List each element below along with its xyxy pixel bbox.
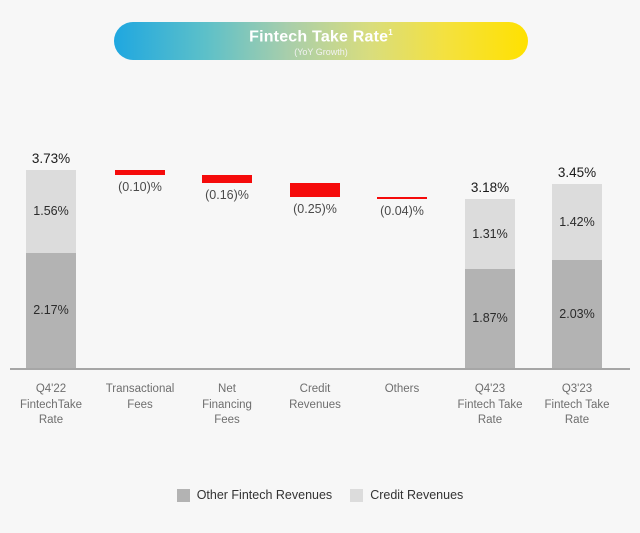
bar-segment-value-label: 1.42% (559, 215, 595, 230)
stacked-bar: 1.31% 1.87% (465, 198, 515, 368)
delta-bar-value-label: (0.16)% (205, 188, 249, 203)
legend-label: Other Fintech Revenues (196, 488, 333, 502)
x-axis-category-label-line: Fintech Take (457, 398, 523, 411)
legend-item[interactable]: Other Fintech Revenues (176, 488, 333, 502)
x-axis-category-label-line: Fintech Take (544, 398, 610, 411)
bar-segment-value-label: 1.56% (33, 204, 69, 219)
bar-segment-value-label: 2.17% (33, 303, 69, 318)
delta-bar-negative (202, 174, 252, 184)
x-axis-category-label-line: Net (218, 383, 236, 395)
delta-bar-value-label: (0.25)% (293, 201, 337, 216)
x-axis-category-label-line: Transactional (105, 383, 175, 395)
bar-segment-other-fintech-revenues: 2.03% (552, 259, 602, 368)
x-axis-category-label-line: Credit (299, 383, 331, 395)
stacked-bar: 1.42% 2.03% (552, 184, 602, 368)
bar-segment-other-fintech-revenues: 1.87% (465, 268, 515, 368)
x-axis-category-label: Others (358, 382, 446, 398)
x-axis-category-label-line: Financing (202, 398, 252, 411)
bar-segment-value-label: 1.87% (472, 311, 508, 326)
x-axis-category-label: Q3'23 Fintech Take Rate (533, 382, 621, 429)
delta-bar-value-label: (0.04)% (380, 203, 424, 218)
legend-swatch-icon (176, 488, 190, 502)
x-axis-category-label: Credit Revenues (271, 382, 359, 413)
x-axis-category-label: Q4'22 FintechTake Rate (7, 382, 95, 429)
x-axis-category-label: Transactional Fees (96, 382, 184, 413)
delta-bar-negative (115, 169, 165, 175)
legend-swatch-icon (350, 488, 364, 502)
legend-label: Credit Revenues (370, 488, 464, 502)
x-axis-category-label-line: Fees (127, 398, 153, 411)
x-axis-category-label-line: Rate (38, 414, 64, 426)
x-axis-category-label-line: FintechTake (19, 398, 82, 411)
bar-segment-value-label: 1.31% (472, 226, 508, 241)
stacked-bar: 1.56% 2.17% (26, 169, 76, 368)
legend-item[interactable]: Credit Revenues (350, 488, 463, 502)
x-axis-category-label: Q4'23 Fintech Take Rate (446, 382, 534, 429)
chart-plot-area: 1.56% 2.17% 3.73% (0.10)% (0.16)% (0.25)% (0.0… (0, 0, 640, 533)
bar-segment-credit-revenues: 1.56% (26, 169, 76, 253)
x-axis-category-label-line: Q3'23 (561, 383, 593, 395)
bar-total-value-label: 3.18% (470, 179, 510, 195)
x-axis-category-label-line: Rate (564, 414, 590, 426)
x-axis-category-label-line: Rate (477, 414, 503, 426)
bar-segment-value-label: 2.03% (559, 306, 595, 321)
chart-legend: Other Fintech Revenues Credit Revenues (0, 488, 640, 502)
x-axis-category-label-line: Fees (214, 414, 240, 426)
bar-segment-credit-revenues: 1.31% (465, 198, 515, 269)
bar-segment-other-fintech-revenues: 2.17% (26, 252, 76, 368)
delta-bar-value-label: (0.10)% (118, 179, 162, 194)
x-axis-category-label: Net Financing Fees (183, 382, 271, 429)
x-axis-category-label-line: Revenues (289, 398, 341, 411)
bar-total-value-label: 3.45% (557, 165, 597, 181)
bar-total-value-label: 3.73% (31, 150, 71, 166)
delta-bar-negative (290, 183, 340, 197)
delta-bar-negative (377, 196, 427, 199)
x-axis-category-label-line: Others (384, 383, 420, 395)
x-axis-category-label-line: Q4'22 (35, 383, 67, 395)
x-axis-category-label-line: Q4'23 (474, 383, 506, 395)
x-axis-line (10, 368, 630, 370)
bar-segment-credit-revenues: 1.42% (552, 184, 602, 260)
